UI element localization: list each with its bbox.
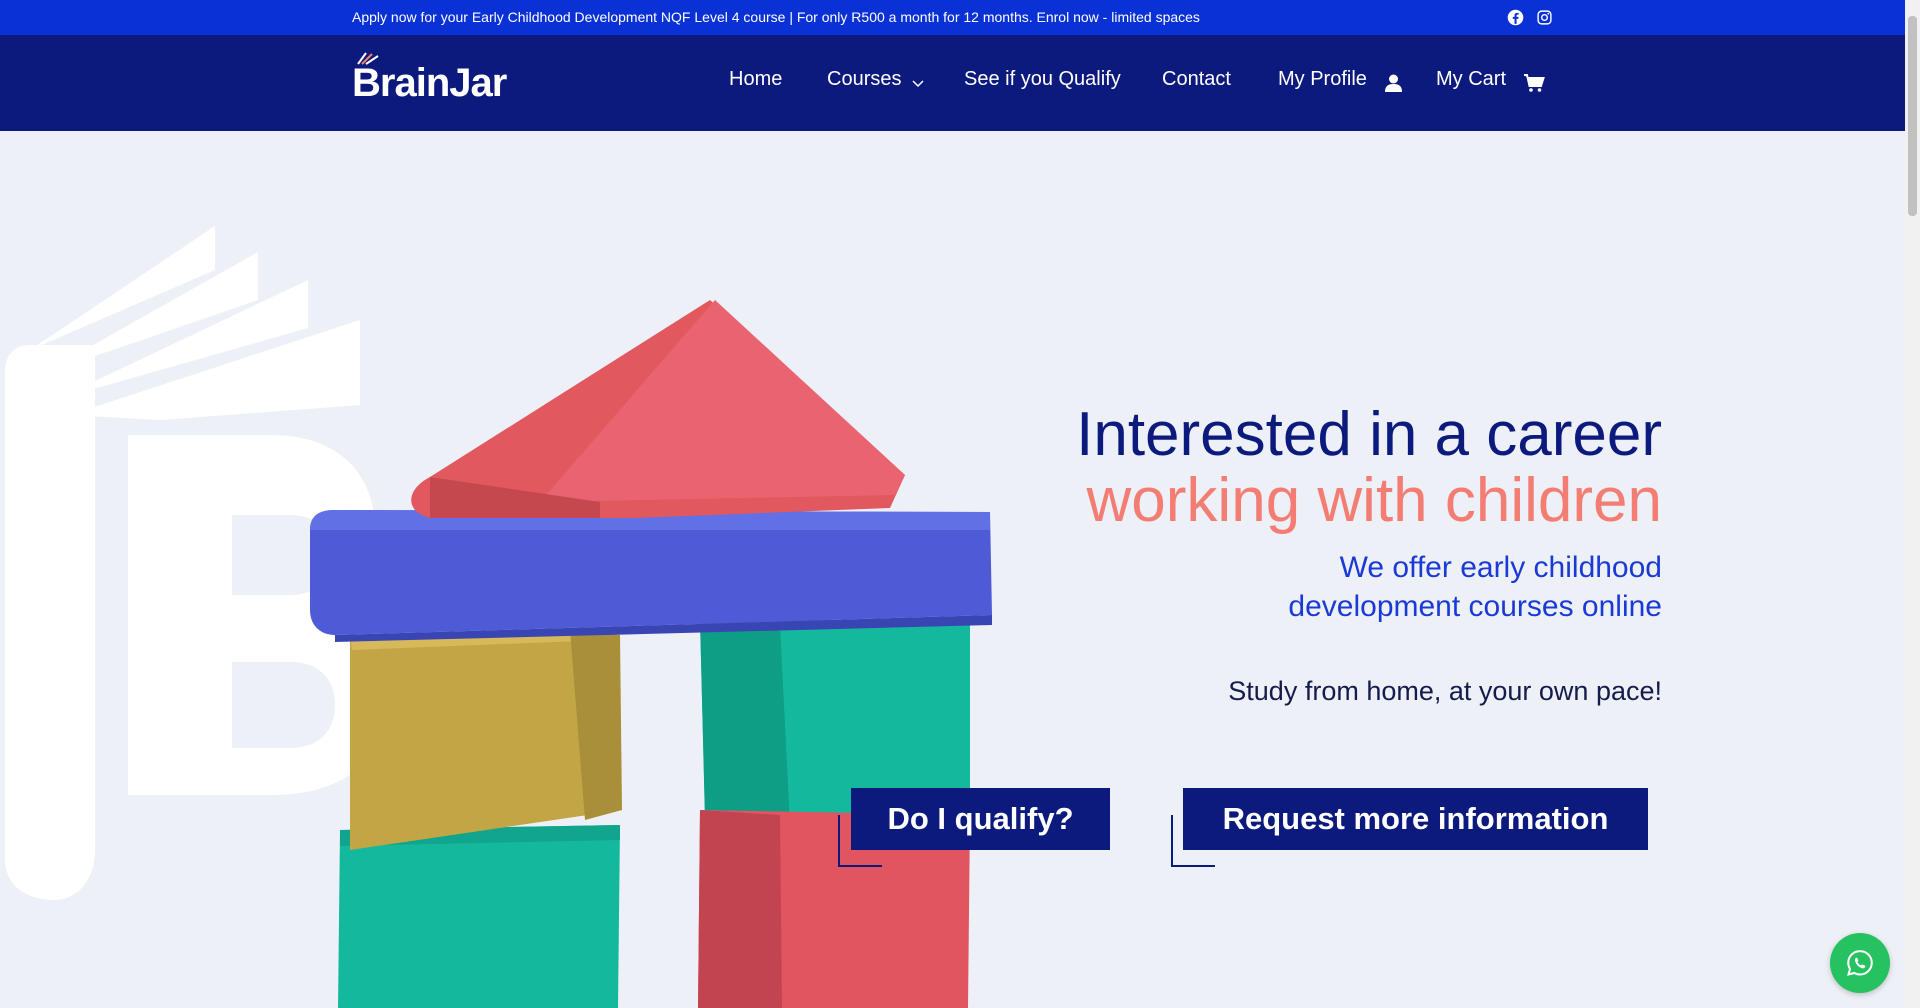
- hero-headline: Interested in a career working with chil…: [1076, 399, 1662, 535]
- whatsapp-icon: [1847, 950, 1873, 976]
- announcement-bar: Apply now for your Early Childhood Devel…: [0, 0, 1905, 35]
- brainjar-logo[interactable]: BrainJar: [352, 51, 532, 111]
- do-i-qualify-button[interactable]: Do I qualify?: [851, 788, 1110, 850]
- scrollbar-thumb[interactable]: [1908, 16, 1917, 216]
- user-icon[interactable]: [1384, 73, 1403, 93]
- nav-my-cart[interactable]: My Cart: [1436, 68, 1506, 91]
- toy-blocks-image: [310, 300, 992, 1008]
- nav-my-profile[interactable]: My Profile: [1278, 68, 1367, 91]
- page-scrollbar[interactable]: [1905, 0, 1920, 1008]
- hero-study-text: Study from home, at your own pace!: [1228, 676, 1662, 706]
- main-navigation: BrainJar Home Courses See if you Qualify…: [0, 35, 1905, 131]
- chevron-down-icon[interactable]: [912, 80, 924, 88]
- nav-courses[interactable]: Courses: [827, 68, 901, 91]
- cart-icon[interactable]: [1523, 73, 1545, 93]
- whatsapp-chat-button[interactable]: [1830, 933, 1890, 993]
- instagram-icon[interactable]: [1536, 9, 1553, 26]
- logo-text: BrainJar: [352, 61, 507, 105]
- promo-text: Apply now for your Early Childhood Devel…: [352, 9, 1200, 25]
- hero-headline-line1: Interested in a career: [1076, 399, 1662, 469]
- request-more-info-button[interactable]: Request more information: [1183, 788, 1648, 850]
- nav-see-if-you-qualify[interactable]: See if you Qualify: [964, 68, 1121, 91]
- nav-home[interactable]: Home: [729, 68, 782, 91]
- facebook-icon[interactable]: [1507, 9, 1524, 26]
- nav-contact[interactable]: Contact: [1162, 68, 1231, 91]
- hero-headline-line2: working with children: [1086, 465, 1662, 535]
- hero-subtitle: We offer early childhood development cou…: [1288, 551, 1662, 623]
